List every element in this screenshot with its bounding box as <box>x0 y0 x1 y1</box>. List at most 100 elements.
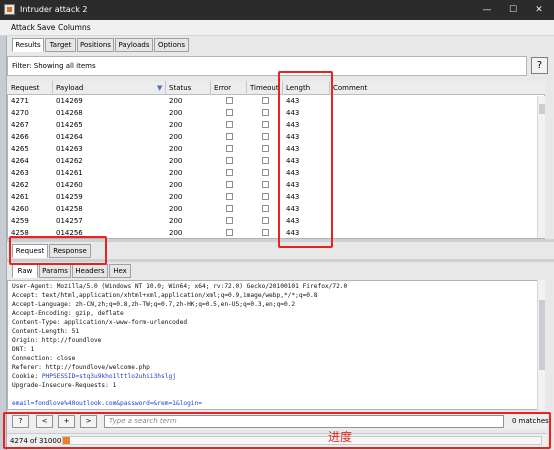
error-checkbox <box>226 97 233 104</box>
request-editor[interactable]: User-Agent: Mozilla/5.0 (Windows NT 10.0… <box>7 280 545 410</box>
payload-cell: 014265 <box>56 121 83 129</box>
table-header: Request Payload ▼ Status Error Timeout L… <box>7 81 545 95</box>
payload-cell: 014259 <box>56 193 83 201</box>
tab-raw[interactable]: Raw <box>12 264 38 278</box>
timeout-checkbox <box>262 157 269 164</box>
post-body-line: email=fondlove%40outlook.com&password=&r… <box>12 400 202 407</box>
status-cell: 200 <box>169 169 183 177</box>
table-row[interactable]: 4266 014264 200 443 <box>7 131 537 143</box>
sort-indicator-icon: ▼ <box>157 84 163 92</box>
minimize-button[interactable]: — <box>474 2 500 18</box>
tab-results[interactable]: Results <box>12 38 44 52</box>
table-row[interactable]: 4267 014265 200 443 <box>7 119 537 131</box>
error-checkbox <box>226 193 233 200</box>
burp-app-icon <box>4 4 15 15</box>
help-button[interactable]: ? <box>531 57 548 74</box>
table-row[interactable]: 4261 014259 200 443 <box>7 191 537 203</box>
maximize-button[interactable]: ☐ <box>500 2 526 18</box>
payload-cell: 014269 <box>56 97 83 105</box>
table-row[interactable]: 4271 014269 200 443 <box>7 95 537 107</box>
payload-cell: 014257 <box>56 217 83 225</box>
request-cell: 4265 <box>11 145 29 153</box>
menu-columns[interactable]: Columns <box>58 23 91 32</box>
table-row[interactable]: 4263 014261 200 443 <box>7 167 537 179</box>
request-cell: 4263 <box>11 169 29 177</box>
request-line: Content-Length: 51 <box>12 328 80 335</box>
editor-scroll-thumb[interactable] <box>539 300 545 370</box>
payload-cell: 014264 <box>56 133 83 141</box>
table-row[interactable]: 4265 014263 200 443 <box>7 143 537 155</box>
table-row[interactable]: 4259 014257 200 443 <box>7 215 537 227</box>
timeout-checkbox <box>262 133 269 140</box>
status-cell: 200 <box>169 193 183 201</box>
request-line: Accept-Encoding: gzip, deflate <box>12 310 124 317</box>
timeout-checkbox <box>262 121 269 128</box>
length-column-highlight <box>278 71 333 248</box>
menu-save[interactable]: Save <box>37 23 55 32</box>
col-error[interactable]: Error <box>214 84 231 92</box>
request-cell: 4259 <box>11 217 29 225</box>
menu-attack[interactable]: Attack <box>11 23 35 32</box>
timeout-checkbox <box>262 229 269 236</box>
tab-payloads[interactable]: Payloads <box>115 38 153 52</box>
menu-bar: Attack Save Columns <box>0 20 554 36</box>
request-line: DNT: 1 <box>12 346 35 353</box>
tab-params[interactable]: Params <box>39 264 71 278</box>
table-row[interactable]: 4264 014262 200 443 <box>7 155 537 167</box>
error-checkbox <box>226 217 233 224</box>
col-request[interactable]: Request <box>11 84 39 92</box>
tab-headers[interactable]: Headers <box>72 264 108 278</box>
request-cell: 4261 <box>11 193 29 201</box>
timeout-checkbox <box>262 97 269 104</box>
filter-text: Filter: Showing all items <box>12 62 96 70</box>
payload-cell: 014260 <box>56 181 83 189</box>
col-status[interactable]: Status <box>169 84 191 92</box>
status-cell: 200 <box>169 121 183 129</box>
request-cell: 4271 <box>11 97 29 105</box>
col-payload[interactable]: Payload <box>56 84 83 92</box>
background-window-edge <box>0 36 7 450</box>
tab-hex[interactable]: Hex <box>109 264 131 278</box>
error-checkbox <box>226 181 233 188</box>
table-scroll-thumb[interactable] <box>539 104 545 114</box>
filter-bar[interactable]: Filter: Showing all items <box>7 56 527 76</box>
error-checkbox <box>226 109 233 116</box>
request-cell: 4270 <box>11 109 29 117</box>
request-line: User-Agent: Mozilla/5.0 (Windows NT 10.0… <box>12 283 348 290</box>
col-comment[interactable]: Comment <box>333 84 367 92</box>
timeout-checkbox <box>262 109 269 116</box>
timeout-checkbox <box>262 217 269 224</box>
error-checkbox <box>226 205 233 212</box>
request-line: Upgrade-Insecure-Requests: 1 <box>12 382 117 389</box>
request-cell: 4262 <box>11 181 29 189</box>
tab-target[interactable]: Target <box>45 38 76 52</box>
request-line: Origin: http://foundlove <box>12 337 102 344</box>
cookie-label: Cookie: <box>12 373 42 380</box>
request-cell: 4264 <box>11 157 29 165</box>
error-checkbox <box>226 145 233 152</box>
progress-highlight <box>3 412 551 449</box>
status-cell: 200 <box>169 229 183 237</box>
table-row[interactable]: 4260 014258 200 443 <box>7 203 537 215</box>
cookie-value: PHPSESSID=stq3u9kho1lttlo2uhii3hslgj <box>41 373 176 380</box>
tab-positions[interactable]: Positions <box>77 38 114 52</box>
request-cell: 4266 <box>11 133 29 141</box>
table-row[interactable]: 4270 014268 200 443 <box>7 107 537 119</box>
error-checkbox <box>226 169 233 176</box>
timeout-checkbox <box>262 193 269 200</box>
table-scrollbar[interactable] <box>537 96 545 238</box>
close-button[interactable]: ✕ <box>526 2 552 18</box>
request-line: Content-Type: application/x-www-form-url… <box>12 319 188 326</box>
tab-options[interactable]: Options <box>154 38 189 52</box>
col-timeout[interactable]: Timeout <box>250 84 279 92</box>
request-line: Referer: http://foundlove/welcome.php <box>12 364 150 371</box>
status-cell: 200 <box>169 97 183 105</box>
payload-cell: 014268 <box>56 109 83 117</box>
status-cell: 200 <box>169 181 183 189</box>
status-cell: 200 <box>169 205 183 213</box>
table-row[interactable]: 4262 014260 200 443 <box>7 179 537 191</box>
request-cell: 4260 <box>11 205 29 213</box>
editor-scrollbar[interactable] <box>537 280 545 410</box>
error-checkbox <box>226 229 233 236</box>
request-line: Accept-Language: zh-CN,zh;q=0.8,zh-TW;q=… <box>12 301 296 308</box>
